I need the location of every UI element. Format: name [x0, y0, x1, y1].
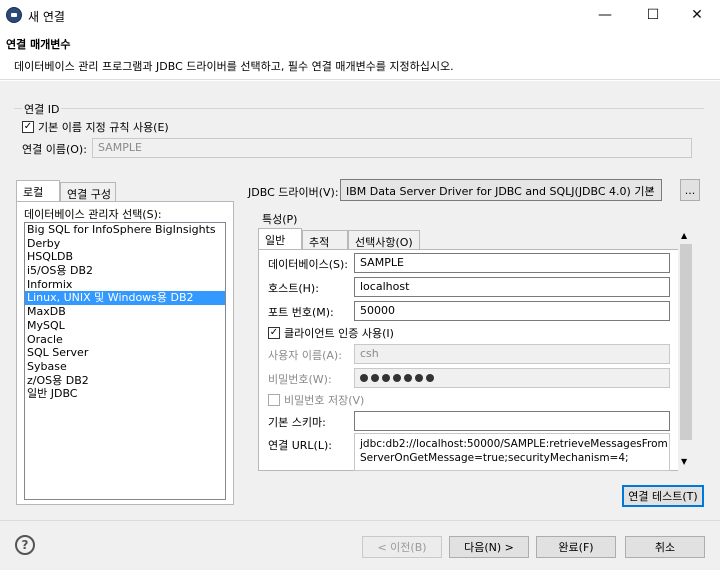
password-dot [371, 374, 379, 382]
db-manager-list[interactable]: Big SQL for InfoSphere BigInsights Derby H… [24, 222, 226, 500]
default-schema-field[interactable] [354, 411, 670, 431]
jdbc-driver-label: JDBC 드라이버(V): [248, 186, 339, 199]
db-manager-list-label: 데이터베이스 관리자 선택(S): [24, 208, 162, 221]
password-dot [426, 374, 434, 382]
app-icon [6, 7, 22, 23]
host-field[interactable]: localhost [354, 277, 670, 297]
use-default-naming-checkbox[interactable]: ✓ 기본 이름 지정 규칙 사용(E) [22, 119, 169, 135]
password-dot [404, 374, 412, 382]
cancel-button[interactable]: 취소 [625, 536, 705, 558]
list-item[interactable]: 일반 JDBC [25, 387, 225, 401]
checkbox-checked-icon: ✓ [22, 121, 34, 133]
port-label: 포트 번호(M): [268, 306, 334, 319]
help-icon[interactable]: ? [15, 535, 35, 555]
checkbox-unchecked-icon [268, 394, 280, 406]
window-title: 새 연결 [28, 10, 65, 24]
port-field[interactable]: 50000 [354, 301, 670, 321]
properties-scrollbar[interactable]: ▲ ▼ [678, 228, 694, 471]
save-password-label: 비밀번호 저장(V) [284, 394, 365, 407]
tab-optional[interactable]: 선택사항(O) [348, 230, 420, 250]
list-item[interactable]: MySQL [25, 319, 225, 333]
username-field[interactable]: csh [354, 344, 670, 364]
tab-trace[interactable]: 추적 [302, 230, 348, 250]
password-dot [415, 374, 423, 382]
client-auth-label: 클라이언트 인증 사용(I) [284, 327, 394, 340]
back-button[interactable]: < 이전(B) [362, 536, 442, 558]
connection-id-divider [14, 108, 704, 109]
list-item[interactable]: HSQLDB [25, 250, 225, 264]
jdbc-driver-select[interactable]: IBM Data Server Driver for JDBC and SQLJ… [340, 179, 662, 201]
save-password-checkbox[interactable]: 비밀번호 저장(V) [268, 392, 364, 408]
list-item[interactable]: Sybase [25, 360, 225, 374]
list-item[interactable]: Derby [25, 237, 225, 251]
title-bar: 새 연결 — ☐ ✕ [0, 0, 720, 30]
list-item[interactable]: MaxDB [25, 305, 225, 319]
password-field[interactable] [354, 368, 670, 388]
maximize-button[interactable]: ☐ [630, 0, 676, 30]
list-item[interactable]: i5/OS용 DB2 [25, 264, 225, 278]
scroll-thumb[interactable] [680, 244, 692, 440]
connection-url-line-2: ServerOnGetMessage=true;securityMechanis… [360, 452, 629, 464]
checkbox-checked-icon: ✓ [268, 327, 280, 339]
default-schema-label: 기본 스키마: [268, 416, 326, 429]
client-auth-checkbox[interactable]: ✓ 클라이언트 인증 사용(I) [268, 325, 394, 341]
connection-url-line-1: jdbc:db2://localhost:50000/SAMPLE:retrie… [360, 438, 668, 450]
password-label: 비밀번호(W): [268, 373, 332, 386]
jdbc-driver-value: IBM Data Server Driver for JDBC and SQLJ… [346, 185, 655, 198]
list-item[interactable]: Big SQL for InfoSphere BigInsights [25, 223, 225, 237]
list-item[interactable]: z/OS용 DB2 [25, 374, 225, 388]
properties-group-label: 특성(P) [262, 213, 298, 226]
close-button[interactable]: ✕ [674, 0, 720, 30]
driver-browse-button[interactable]: ... [680, 179, 700, 201]
test-connection-button[interactable]: 연결 테스트(T) [622, 485, 704, 507]
finish-button[interactable]: 완료(F) [536, 536, 616, 558]
use-default-naming-label: 기본 이름 지정 규칙 사용(E) [38, 121, 169, 134]
tab-local[interactable]: 로컬 [16, 180, 60, 202]
host-label: 호스트(H): [268, 282, 319, 295]
connection-name-field[interactable]: SAMPLE [92, 138, 692, 158]
list-item[interactable]: Informix [25, 278, 225, 292]
page-description: 데이터베이스 관리 프로그램과 JDBC 드라이버를 선택하고, 필수 연결 매… [14, 60, 454, 73]
next-button[interactable]: 다음(N) > [449, 536, 529, 558]
list-item[interactable]: SQL Server [25, 346, 225, 360]
tab-connection-config[interactable]: 연결 구성 [60, 182, 116, 202]
minimize-button[interactable]: — [582, 0, 628, 30]
scroll-up-icon[interactable]: ▲ [681, 231, 687, 240]
list-item[interactable]: Oracle [25, 333, 225, 347]
scroll-down-icon[interactable]: ▼ [681, 457, 687, 466]
connection-name-label: 연결 이름(O): [22, 143, 87, 156]
connection-url-label: 연결 URL(L): [268, 439, 332, 452]
chevron-down-icon: ⌄ [648, 183, 656, 193]
database-field[interactable]: SAMPLE [354, 253, 670, 273]
database-label: 데이터베이스(S): [268, 258, 348, 271]
connection-id-group-label: 연결 ID [22, 101, 62, 117]
password-dot [382, 374, 390, 382]
tab-general[interactable]: 일반 [258, 228, 302, 250]
page-title: 연결 매개변수 [6, 38, 71, 51]
list-item[interactable]: Linux, UNIX 및 Windows용 DB2 [25, 291, 225, 306]
password-dot [393, 374, 401, 382]
username-label: 사용자 이름(A): [268, 349, 342, 362]
connection-url-field[interactable]: jdbc:db2://localhost:50000/SAMPLE:retrie… [354, 433, 670, 471]
password-dot [360, 374, 368, 382]
